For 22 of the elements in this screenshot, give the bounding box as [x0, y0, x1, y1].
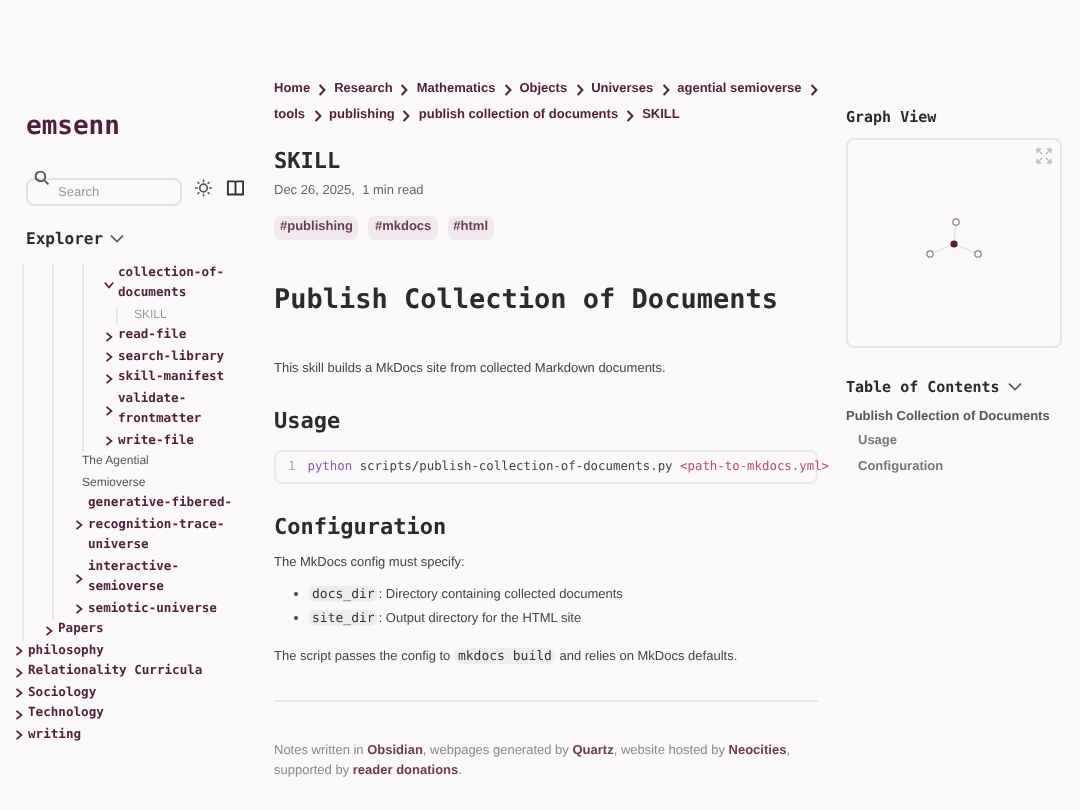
chevron-right-icon	[809, 83, 818, 96]
chevron-right-icon	[575, 83, 584, 96]
sun-icon[interactable]	[194, 177, 213, 197]
chevron-right-icon	[74, 520, 84, 531]
chevron-right-icon	[74, 573, 84, 583]
search-icon	[34, 169, 50, 185]
section-heading: Usage	[274, 405, 343, 438]
page-title: SKILL	[274, 145, 343, 177]
chevron-right-icon	[104, 405, 114, 415]
book-icon[interactable]	[225, 177, 244, 197]
site-title[interactable]: emsenn	[26, 108, 244, 147]
chevron-right-icon	[104, 436, 114, 447]
section-heading: Configuration	[274, 512, 449, 545]
chevron-right-icon	[626, 109, 635, 122]
chevron-right-icon	[503, 83, 512, 96]
explorer-toggle[interactable]: Explorer	[26, 227, 244, 251]
chevron-right-icon	[661, 83, 670, 96]
chevron-down-icon	[109, 234, 124, 244]
chevron-right-icon	[74, 604, 84, 615]
article-heading: Publish Collection of Documents	[274, 281, 780, 319]
chevron-down-icon	[104, 279, 114, 289]
chevron-right-icon	[44, 625, 54, 636]
